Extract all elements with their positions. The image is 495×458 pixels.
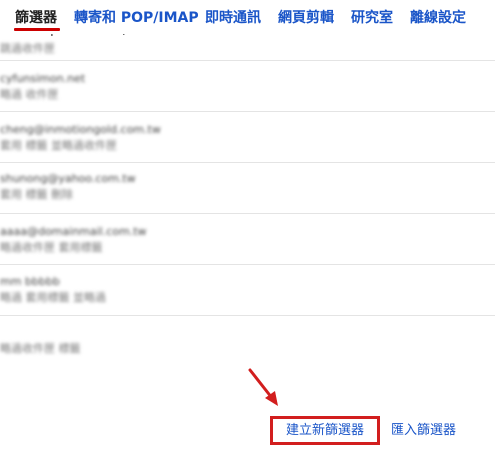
filter-action-text: 套用 標籤 並略過收件匣	[0, 139, 117, 152]
filter-criteria-text: cyfunsimon.net	[0, 72, 86, 85]
filter-criteria-text: aaaa@domainmail.com.tw	[0, 225, 147, 238]
filter-row[interactable]: 跳過收件匣	[0, 38, 495, 61]
filter-row[interactable]: cheng@inmotiongold.com.tw 套用 標籤 並略過收件匣	[0, 112, 495, 163]
filter-criteria-text: mm bbbbb	[0, 275, 60, 288]
filter-action-text: 略過收件匣 套用標籤	[0, 241, 103, 254]
tab-filters[interactable]: 篩選器	[15, 9, 57, 27]
tab-web-clips[interactable]: 網頁剪輯	[278, 9, 334, 27]
tab-chat[interactable]: 即時通訊	[205, 9, 261, 27]
tab-offline[interactable]: 離線設定	[410, 9, 466, 27]
filter-row[interactable]: shunong@yahoo.com.tw 套用 標籤 刪除	[0, 163, 495, 214]
active-tab-underline	[14, 28, 60, 31]
settings-tab-bar: 篩選器 轉寄和 POP/IMAP 即時通訊 網頁剪輯 研究室 離線設定	[0, 0, 495, 34]
filter-action-text: 略過 套用標籤 並略過	[0, 291, 106, 304]
filter-row[interactable]: cyfunsimon.net 略過 收件匣	[0, 61, 495, 112]
filter-row[interactable]: mm bbbbb 略過 套用標籤 並略過	[0, 265, 495, 316]
tab-labs[interactable]: 研究室	[351, 9, 393, 27]
filter-criteria-text: cheng@inmotiongold.com.tw	[0, 123, 161, 136]
create-filter-link[interactable]: 建立新篩選器	[273, 419, 377, 442]
filter-action-text: 跳過收件匣	[0, 42, 55, 55]
filter-row[interactable]: aaaa@domainmail.com.tw 略過收件匣 套用標籤	[0, 214, 495, 265]
filter-action-text: 略過 收件匣	[0, 88, 59, 101]
filter-action-text: 套用 標籤 刪除	[0, 188, 73, 201]
red-arrow-icon	[248, 368, 278, 406]
filter-criteria-text: shunong@yahoo.com.tw	[0, 172, 136, 185]
filter-list: subscriptions.com) 跳過收件匣 cyfunsimon.net …	[0, 0, 495, 370]
gmail-filters-settings: subscriptions.com) 跳過收件匣 cyfunsimon.net …	[0, 0, 495, 458]
filter-action-text: 略過收件匣 標籤	[0, 342, 81, 355]
import-filters-link[interactable]: 匯入篩選器	[391, 421, 456, 441]
tab-forwarding-pop-imap[interactable]: 轉寄和 POP/IMAP	[74, 9, 199, 27]
create-filter-highlight: 建立新篩選器	[270, 416, 380, 445]
filter-row[interactable]: 略過收件匣 標籤	[0, 316, 495, 368]
